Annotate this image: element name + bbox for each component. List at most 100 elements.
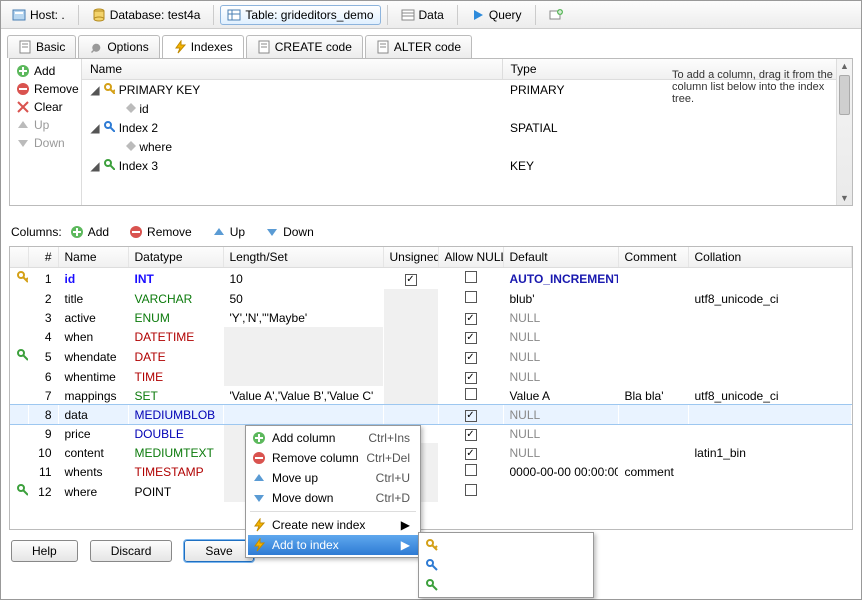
row-datatype[interactable]: SET [128,386,223,405]
table-row[interactable]: 3activeENUM'Y','N','''Maybe'✓NULL [10,308,852,327]
checkbox[interactable]: ✓ [465,410,477,422]
ctx-move-up[interactable]: Move upCtrl+U [248,468,418,488]
row-collation[interactable]: latin1_bin [688,443,852,462]
ctx-remove-column[interactable]: Remove columnCtrl+Del [248,448,418,468]
row-comment[interactable] [618,346,688,367]
submenu-index2[interactable]: Index 2 (SPATIAL) [421,555,591,575]
checkbox[interactable] [465,291,477,303]
row-name[interactable]: content [58,443,128,462]
columns-grid[interactable]: # Name Datatype Length/Set Unsigned Allo… [9,246,853,530]
row-default[interactable]: NULL [503,443,618,462]
row-allow-null[interactable]: ✓ [438,346,503,367]
row-allow-null[interactable]: ✓ [438,327,503,346]
checkbox[interactable]: ✓ [405,274,417,286]
row-datatype[interactable]: DOUBLE [128,424,223,443]
tab-basic[interactable]: Basic [7,35,76,58]
row-collation[interactable] [688,462,852,481]
index-col-row[interactable]: where [82,137,852,156]
checkbox[interactable]: ✓ [465,313,477,325]
submenu-primary[interactable]: PRIMARY [421,535,591,555]
checkbox[interactable] [465,484,477,496]
row-allow-null[interactable]: ✓ [438,424,503,443]
row-name[interactable]: whentime [58,367,128,386]
grid-header-collation[interactable]: Collation [688,247,852,268]
row-default[interactable]: NULL [503,367,618,386]
row-unsigned[interactable] [383,386,438,405]
row-name[interactable]: mappings [58,386,128,405]
index-name-header[interactable]: Name [82,59,502,80]
row-datatype[interactable]: INT [128,268,223,290]
col-down[interactable]: Down [263,224,316,240]
tab-create-code[interactable]: CREATE code [246,35,363,58]
row-collation[interactable] [688,268,852,290]
col-remove[interactable]: Remove [127,224,194,240]
row-comment[interactable] [618,308,688,327]
grid-header-key[interactable] [10,247,28,268]
row-collation[interactable]: utf8_unicode_ci [688,289,852,308]
row-length[interactable]: 50 [223,289,383,308]
row-default[interactable]: NULL [503,346,618,367]
table-row[interactable]: 12wherePOINT [10,481,852,502]
row-name[interactable]: where [58,481,128,502]
row-length[interactable] [223,346,383,367]
host-button[interactable]: Host: . [5,5,72,25]
tab-options[interactable]: Options [78,35,159,58]
row-allow-null[interactable] [438,386,503,405]
table-row[interactable]: 11whentsTIMESTAMP0000-00-00 00:00:00comm… [10,462,852,481]
row-unsigned[interactable] [383,405,438,424]
ctx-create-index[interactable]: Create new index▶ [248,515,418,535]
row-name[interactable]: when [58,327,128,346]
row-default[interactable]: AUTO_INCREMENT [503,268,618,290]
row-name[interactable]: data [58,405,128,424]
table-row[interactable]: 7mappingsSET'Value A','Value B','Value C… [10,386,852,405]
checkbox[interactable]: ✓ [465,429,477,441]
grid-header-allownull[interactable]: Allow NULL [438,247,503,268]
row-name[interactable]: active [58,308,128,327]
row-datatype[interactable]: TIMESTAMP [128,462,223,481]
row-comment[interactable] [618,289,688,308]
row-datatype[interactable]: MEDIUMTEXT [128,443,223,462]
row-name[interactable]: title [58,289,128,308]
tree-toggle-icon[interactable]: ◢ [90,159,100,173]
grid-header-default[interactable]: Default [503,247,618,268]
row-name[interactable]: price [58,424,128,443]
row-name[interactable]: id [58,268,128,290]
index-row[interactable]: ◢ Index 2SPATIAL [82,118,852,137]
index-clear[interactable]: Clear [14,99,77,115]
table-row[interactable]: 1idINT10✓AUTO_INCREMENT [10,268,852,290]
row-default[interactable]: NULL [503,327,618,346]
row-default[interactable]: NULL [503,308,618,327]
table-row[interactable]: 2titleVARCHAR50blub'utf8_unicode_ci [10,289,852,308]
col-up[interactable]: Up [210,224,247,240]
row-datatype[interactable]: MEDIUMBLOB [128,405,223,424]
row-comment[interactable]: comment [618,462,688,481]
database-button[interactable]: Database: test4a [85,5,208,25]
table-row[interactable]: 9priceDOUBLE✓NULL [10,424,852,443]
grid-header-unsigned[interactable]: Unsigned [383,247,438,268]
row-name[interactable]: whendate [58,346,128,367]
table-button[interactable]: Table: grideditors_demo [220,5,380,25]
row-collation[interactable] [688,424,852,443]
row-length[interactable] [223,367,383,386]
index-remove[interactable]: Remove [14,81,77,97]
checkbox[interactable] [465,388,477,400]
table-row[interactable]: 5whendateDATE✓NULL [10,346,852,367]
new-tab-button[interactable] [542,5,570,25]
row-comment[interactable] [618,405,688,424]
row-datatype[interactable]: ENUM [128,308,223,327]
row-collation[interactable]: utf8_unicode_ci [688,386,852,405]
row-comment[interactable] [618,327,688,346]
checkbox[interactable] [465,464,477,476]
row-length[interactable] [223,327,383,346]
index-row[interactable]: ◢ Index 3KEY [82,156,852,175]
grid-header-length[interactable]: Length/Set [223,247,383,268]
checkbox[interactable]: ✓ [465,372,477,384]
row-comment[interactable] [618,443,688,462]
row-datatype[interactable]: VARCHAR [128,289,223,308]
row-datatype[interactable]: TIME [128,367,223,386]
help-button[interactable]: Help [11,540,78,562]
row-collation[interactable] [688,405,852,424]
table-row[interactable]: 4whenDATETIME✓NULL [10,327,852,346]
row-length[interactable]: 'Y','N','''Maybe' [223,308,383,327]
index-add[interactable]: Add [14,63,77,79]
